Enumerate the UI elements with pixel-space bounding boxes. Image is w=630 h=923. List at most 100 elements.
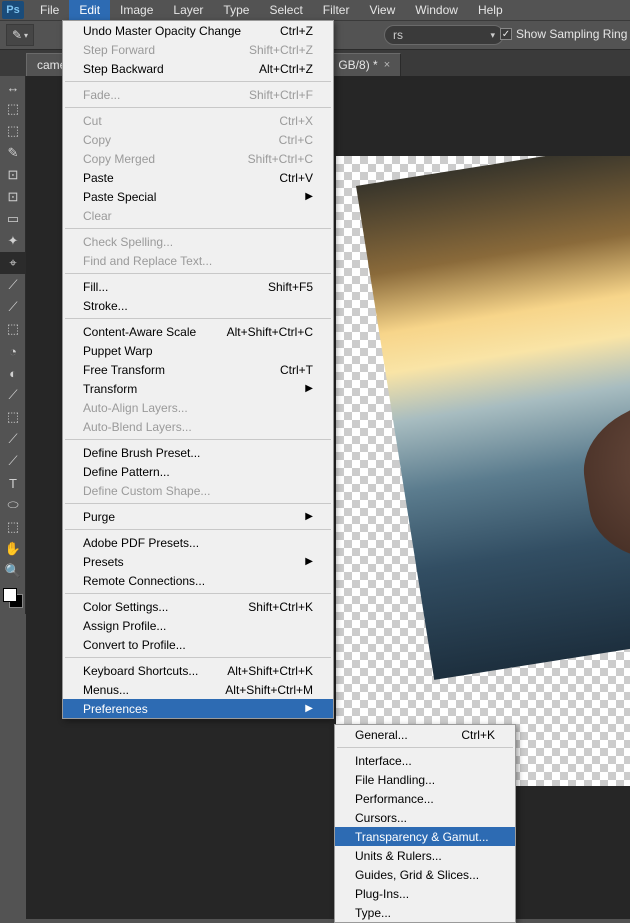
menu-item-convert-to-profile[interactable]: Convert to Profile... [63, 635, 333, 654]
menu-item-label: Find and Replace Text... [83, 254, 212, 268]
submenu-arrow-icon: ▶ [305, 191, 313, 202]
menu-view[interactable]: View [359, 0, 405, 20]
menu-edit[interactable]: Edit [69, 0, 110, 20]
menu-item-interface[interactable]: Interface... [335, 751, 515, 770]
tool-slot[interactable]: ⟋ [0, 296, 26, 318]
menu-item-color-settings[interactable]: Color Settings...Shift+Ctrl+K [63, 597, 333, 616]
menu-item-units-rulers[interactable]: Units & Rulers... [335, 846, 515, 865]
menu-item-paste-special[interactable]: Paste Special▶ [63, 187, 333, 206]
menu-item-shortcut: Ctrl+T [280, 363, 313, 377]
menu-item-label: Fill... [83, 280, 108, 294]
tool-slot[interactable]: ◐ [0, 362, 26, 384]
menu-item-purge[interactable]: Purge▶ [63, 507, 333, 526]
menu-select[interactable]: Select [259, 0, 312, 20]
menu-item-free-transform[interactable]: Free TransformCtrl+T [63, 360, 333, 379]
tab-label: GB/8) * [338, 58, 377, 72]
tool-slot[interactable]: 🔍 [0, 560, 26, 582]
tool-slot[interactable]: ⬚ [0, 318, 26, 340]
tool-slot[interactable]: ↔ [0, 76, 26, 98]
menu-item-label: Step Backward [83, 62, 164, 76]
tool-slot[interactable]: ⟋ [0, 450, 26, 472]
show-sampling-ring-checkbox[interactable]: ✓ [500, 28, 512, 40]
menu-item-type[interactable]: Type... [335, 903, 515, 922]
tool-slot[interactable]: ✋ [0, 538, 26, 560]
menu-item-step-backward[interactable]: Step BackwardAlt+Ctrl+Z [63, 59, 333, 78]
menu-item-label: Clear [83, 209, 112, 223]
tool-slot[interactable]: ◔ [0, 340, 26, 362]
tool-slot[interactable]: ⬚ [0, 98, 26, 120]
tool-slot[interactable]: ⬭ [0, 494, 26, 516]
tool-slot[interactable]: ⊡ [0, 186, 26, 208]
menu-item-label: Interface... [355, 754, 412, 768]
menu-item-label: Paste [83, 171, 114, 185]
tool-slot[interactable]: ✎ [0, 142, 26, 164]
tool-slot[interactable]: ⟋ [0, 384, 26, 406]
menu-type[interactable]: Type [213, 0, 259, 20]
tool-slot[interactable]: ✦ [0, 230, 26, 252]
menu-item-define-pattern[interactable]: Define Pattern... [63, 462, 333, 481]
menu-item-label: Copy [83, 133, 111, 147]
menu-item-keyboard-shortcuts[interactable]: Keyboard Shortcuts...Alt+Shift+Ctrl+K [63, 661, 333, 680]
menu-help[interactable]: Help [468, 0, 513, 20]
tool-slot[interactable]: ⌖ [0, 252, 26, 274]
menu-item-auto-align-layers: Auto-Align Layers... [63, 398, 333, 417]
tool-preset-picker[interactable]: ✎ ▾ [6, 24, 34, 46]
menu-item-label: Transform [83, 382, 137, 396]
menu-item-adobe-pdf-presets[interactable]: Adobe PDF Presets... [63, 533, 333, 552]
menu-item-clear: Clear [63, 206, 333, 225]
menu-item-paste[interactable]: PasteCtrl+V [63, 168, 333, 187]
menu-item-undo-master-opacity-change[interactable]: Undo Master Opacity ChangeCtrl+Z [63, 21, 333, 40]
tool-slot[interactable]: ▭ [0, 208, 26, 230]
menu-item-puppet-warp[interactable]: Puppet Warp [63, 341, 333, 360]
tool-slot[interactable]: ⟋ [0, 274, 26, 296]
sample-select[interactable]: rs ▾ [384, 25, 504, 45]
menu-item-label: Remote Connections... [83, 574, 205, 588]
menu-item-label: Define Custom Shape... [83, 484, 210, 498]
menu-item-assign-profile[interactable]: Assign Profile... [63, 616, 333, 635]
menu-layer[interactable]: Layer [163, 0, 213, 20]
document-tab[interactable]: GB/8) * × [327, 53, 401, 76]
menu-item-performance[interactable]: Performance... [335, 789, 515, 808]
chevron-down-icon: ▾ [24, 31, 28, 40]
menu-separator [65, 439, 331, 440]
menu-item-shortcut: Ctrl+C [279, 133, 313, 147]
menu-item-stroke[interactable]: Stroke... [63, 296, 333, 315]
submenu-arrow-icon: ▶ [305, 556, 313, 567]
menu-item-cursors[interactable]: Cursors... [335, 808, 515, 827]
menu-item-label: Define Brush Preset... [83, 446, 200, 460]
close-icon[interactable]: × [384, 59, 390, 71]
tool-slot[interactable]: ⬚ [0, 406, 26, 428]
menu-item-content-aware-scale[interactable]: Content-Aware ScaleAlt+Shift+Ctrl+C [63, 322, 333, 341]
menu-window[interactable]: Window [405, 0, 468, 20]
tool-slot[interactable]: ⊡ [0, 164, 26, 186]
tool-slot[interactable]: T [0, 472, 26, 494]
menu-item-presets[interactable]: Presets▶ [63, 552, 333, 571]
menu-bar: Ps FileEditImageLayerTypeSelectFilterVie… [0, 0, 630, 20]
tool-slot[interactable]: ⟋ [0, 428, 26, 450]
menu-item-label: Stroke... [83, 299, 128, 313]
menu-file[interactable]: File [30, 0, 69, 20]
menu-item-plug-ins[interactable]: Plug-Ins... [335, 884, 515, 903]
menu-item-remote-connections[interactable]: Remote Connections... [63, 571, 333, 590]
menu-item-general[interactable]: General...Ctrl+K [335, 725, 515, 744]
color-swatch[interactable] [3, 588, 23, 608]
menu-filter[interactable]: Filter [313, 0, 360, 20]
menu-item-transparency-gamut[interactable]: Transparency & Gamut... [335, 827, 515, 846]
menu-item-shortcut: Ctrl+X [279, 114, 313, 128]
menu-separator [65, 81, 331, 82]
menu-item-copy: Copy Ctrl+C [63, 130, 333, 149]
menu-item-menus[interactable]: Menus...Alt+Shift+Ctrl+M [63, 680, 333, 699]
tool-slot[interactable]: ⬚ [0, 516, 26, 538]
menu-item-define-brush-preset[interactable]: Define Brush Preset... [63, 443, 333, 462]
tool-slot[interactable]: ⬚ [0, 120, 26, 142]
menu-item-define-custom-shape: Define Custom Shape... [63, 481, 333, 500]
menu-item-label: Transparency & Gamut... [355, 830, 489, 844]
menu-item-transform[interactable]: Transform▶ [63, 379, 333, 398]
menu-item-label: Guides, Grid & Slices... [355, 868, 479, 882]
menu-item-fill[interactable]: Fill...Shift+F5 [63, 277, 333, 296]
menu-item-label: Content-Aware Scale [83, 325, 196, 339]
menu-item-file-handling[interactable]: File Handling... [335, 770, 515, 789]
menu-image[interactable]: Image [110, 0, 163, 20]
menu-item-preferences[interactable]: Preferences▶ [63, 699, 333, 718]
menu-item-guides-grid-slices[interactable]: Guides, Grid & Slices... [335, 865, 515, 884]
